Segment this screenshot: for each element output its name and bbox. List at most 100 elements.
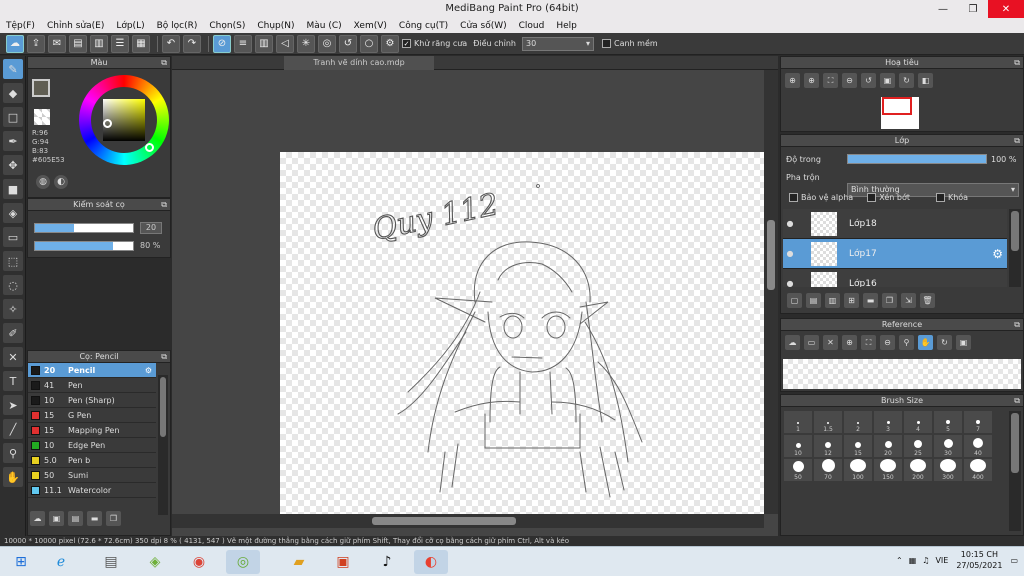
- palette-icon[interactable]: ◍: [36, 175, 50, 189]
- lock-checkbox[interactable]: [935, 193, 945, 202]
- zoom-out-icon[interactable]: ⊖: [842, 73, 857, 88]
- eraser-tool-icon[interactable]: ◆: [3, 83, 23, 103]
- vanish-snap-icon[interactable]: ◁: [276, 34, 294, 53]
- foreground-color-swatch[interactable]: [32, 79, 50, 97]
- brush-list-item[interactable]: 11.1 Watercolor: [28, 483, 156, 498]
- color-history-icon[interactable]: ◐: [54, 175, 68, 189]
- panel-popout-icon[interactable]: ⧉: [1014, 395, 1020, 407]
- brush-size-cell[interactable]: 40: [964, 435, 992, 457]
- brush-size-cell[interactable]: 2: [844, 411, 872, 433]
- panel-popout-icon[interactable]: ⧉: [1014, 319, 1020, 331]
- menu-layer[interactable]: Lớp(L): [110, 21, 150, 31]
- rotate-icon[interactable]: ↻: [937, 335, 952, 350]
- fit-window-icon[interactable]: ▣: [956, 335, 971, 350]
- cross-snap-icon[interactable]: ▥: [255, 34, 273, 53]
- brush-size-cell[interactable]: 1.5: [814, 411, 842, 433]
- layer-row[interactable]: ● Lớp17 ⚙: [783, 239, 1007, 269]
- hand-icon[interactable]: ✋: [918, 335, 933, 350]
- protect-alpha-checkbox[interactable]: [789, 193, 798, 202]
- duplicate-layer-icon[interactable]: ❐: [882, 293, 897, 308]
- select-pen-icon[interactable]: ✐: [3, 323, 23, 343]
- layer-folder-icon[interactable]: ▬: [863, 293, 878, 308]
- grid-icon[interactable]: ▦: [132, 34, 150, 53]
- select-eraser-icon[interactable]: ✕: [3, 347, 23, 367]
- brush-size-value[interactable]: 20: [140, 222, 162, 234]
- operation-tool-icon[interactable]: ➤: [3, 395, 23, 415]
- windows-start-icon[interactable]: ⊞: [4, 550, 38, 574]
- delete-layer-icon[interactable]: 🗑: [920, 293, 935, 308]
- document-tab[interactable]: Tranh vẽ dính cao.mdp: [284, 56, 434, 70]
- menu-view[interactable]: Xem(V): [348, 21, 393, 31]
- drawing-canvas[interactable]: Quy 112: [280, 152, 764, 514]
- menu-cloud[interactable]: Cloud: [513, 21, 551, 31]
- brush-size-cell[interactable]: 400: [964, 459, 992, 481]
- transparent-color-swatch[interactable]: [34, 109, 50, 125]
- close-reference-icon[interactable]: ✕: [823, 335, 838, 350]
- brush-list-item[interactable]: 5.0 Pen b: [28, 453, 156, 468]
- zoom-in-icon[interactable]: ⊕: [785, 73, 800, 88]
- undo-icon[interactable]: ↶: [162, 34, 180, 53]
- internet-explorer-icon[interactable]: ℯ: [44, 550, 78, 574]
- folder-icon[interactable]: ▬: [87, 511, 102, 526]
- eyedropper-icon[interactable]: ⚲: [899, 335, 914, 350]
- duplicate-icon[interactable]: ❐: [106, 511, 121, 526]
- brush-size-cell[interactable]: 10: [784, 435, 812, 457]
- new-8bit-layer-icon[interactable]: ▥: [825, 293, 840, 308]
- divide-tool-icon[interactable]: ╱: [3, 419, 23, 439]
- menu-snap[interactable]: Chụp(N): [251, 21, 300, 31]
- rect-tool-icon[interactable]: □: [3, 107, 23, 127]
- hand-tool-icon[interactable]: ✋: [3, 467, 23, 487]
- fill-shape-icon[interactable]: ■: [3, 179, 23, 199]
- brush-size-cell[interactable]: 1: [784, 411, 812, 433]
- cloud-brush-icon[interactable]: ☁: [30, 511, 45, 526]
- share-icon[interactable]: ⇪: [27, 34, 45, 53]
- hue-wheel[interactable]: [79, 75, 169, 165]
- eyedropper-icon[interactable]: ⚲: [3, 443, 23, 463]
- fit-window-icon[interactable]: ▣: [880, 73, 895, 88]
- fit-icon[interactable]: ⛶: [861, 335, 876, 350]
- brush-size-cell[interactable]: 4: [904, 411, 932, 433]
- add-layer-menu-icon[interactable]: ⊞: [844, 293, 859, 308]
- menu-edit[interactable]: Chỉnh sửa(E): [41, 21, 110, 31]
- radial-snap-icon[interactable]: ✳: [297, 34, 315, 53]
- minimize-button[interactable]: —: [928, 0, 958, 18]
- panel-popout-icon[interactable]: ⧉: [161, 57, 167, 69]
- panel-popout-icon[interactable]: ⧉: [1014, 57, 1020, 69]
- medibang-icon[interactable]: ◐: [414, 550, 448, 574]
- antialias-checkbox[interactable]: ✓: [402, 39, 411, 48]
- chrome-icon[interactable]: ◉: [182, 550, 216, 574]
- redo-icon[interactable]: ↷: [183, 34, 201, 53]
- layer-row[interactable]: ● Lớp18: [783, 209, 1007, 239]
- tray-expand-icon[interactable]: ⌃: [896, 556, 903, 565]
- menu-window[interactable]: Cửa số(W): [454, 21, 512, 31]
- close-button[interactable]: ✕: [988, 0, 1024, 18]
- app-green-icon[interactable]: ◎: [226, 550, 260, 574]
- merge-layer-icon[interactable]: ⇲: [901, 293, 916, 308]
- brush-list-item[interactable]: 20 Pencil ⚙: [28, 363, 156, 378]
- rotate-right-icon[interactable]: ↻: [899, 73, 914, 88]
- brush-list-item[interactable]: 15 G Pen: [28, 408, 156, 423]
- notepad-icon[interactable]: ▤: [94, 550, 128, 574]
- layer-row[interactable]: ● Lớp16: [783, 269, 1007, 287]
- brush-list-item[interactable]: 15 Mapping Pen: [28, 423, 156, 438]
- fit-icon[interactable]: ⛶: [823, 73, 838, 88]
- brush-size-cell[interactable]: 15: [844, 435, 872, 457]
- brush-size-cell[interactable]: 300: [934, 459, 962, 481]
- visibility-eye-icon[interactable]: ●: [783, 219, 797, 228]
- brush-opacity-slider[interactable]: [34, 241, 134, 251]
- language-indicator[interactable]: VIE: [935, 556, 948, 565]
- add-brush-icon[interactable]: ▣: [49, 511, 64, 526]
- sv-picker-handle[interactable]: [103, 119, 112, 128]
- soft-margin-checkbox[interactable]: [601, 39, 611, 48]
- select-rect-icon[interactable]: ⬚: [3, 251, 23, 271]
- copy-brush-icon[interactable]: ▤: [68, 511, 83, 526]
- brush-size-cell[interactable]: 100: [844, 459, 872, 481]
- brush-size-cell[interactable]: 50: [784, 459, 812, 481]
- layer-settings-gear-icon[interactable]: ⚙: [992, 247, 1003, 261]
- menu-help[interactable]: Help: [550, 21, 583, 31]
- circle-snap-icon[interactable]: ○: [360, 34, 378, 53]
- brush-size-cell[interactable]: 150: [874, 459, 902, 481]
- new-halftone-layer-icon[interactable]: ▤: [806, 293, 821, 308]
- horizontal-scrollbar[interactable]: [172, 514, 764, 528]
- brush-size-cell[interactable]: 30: [934, 435, 962, 457]
